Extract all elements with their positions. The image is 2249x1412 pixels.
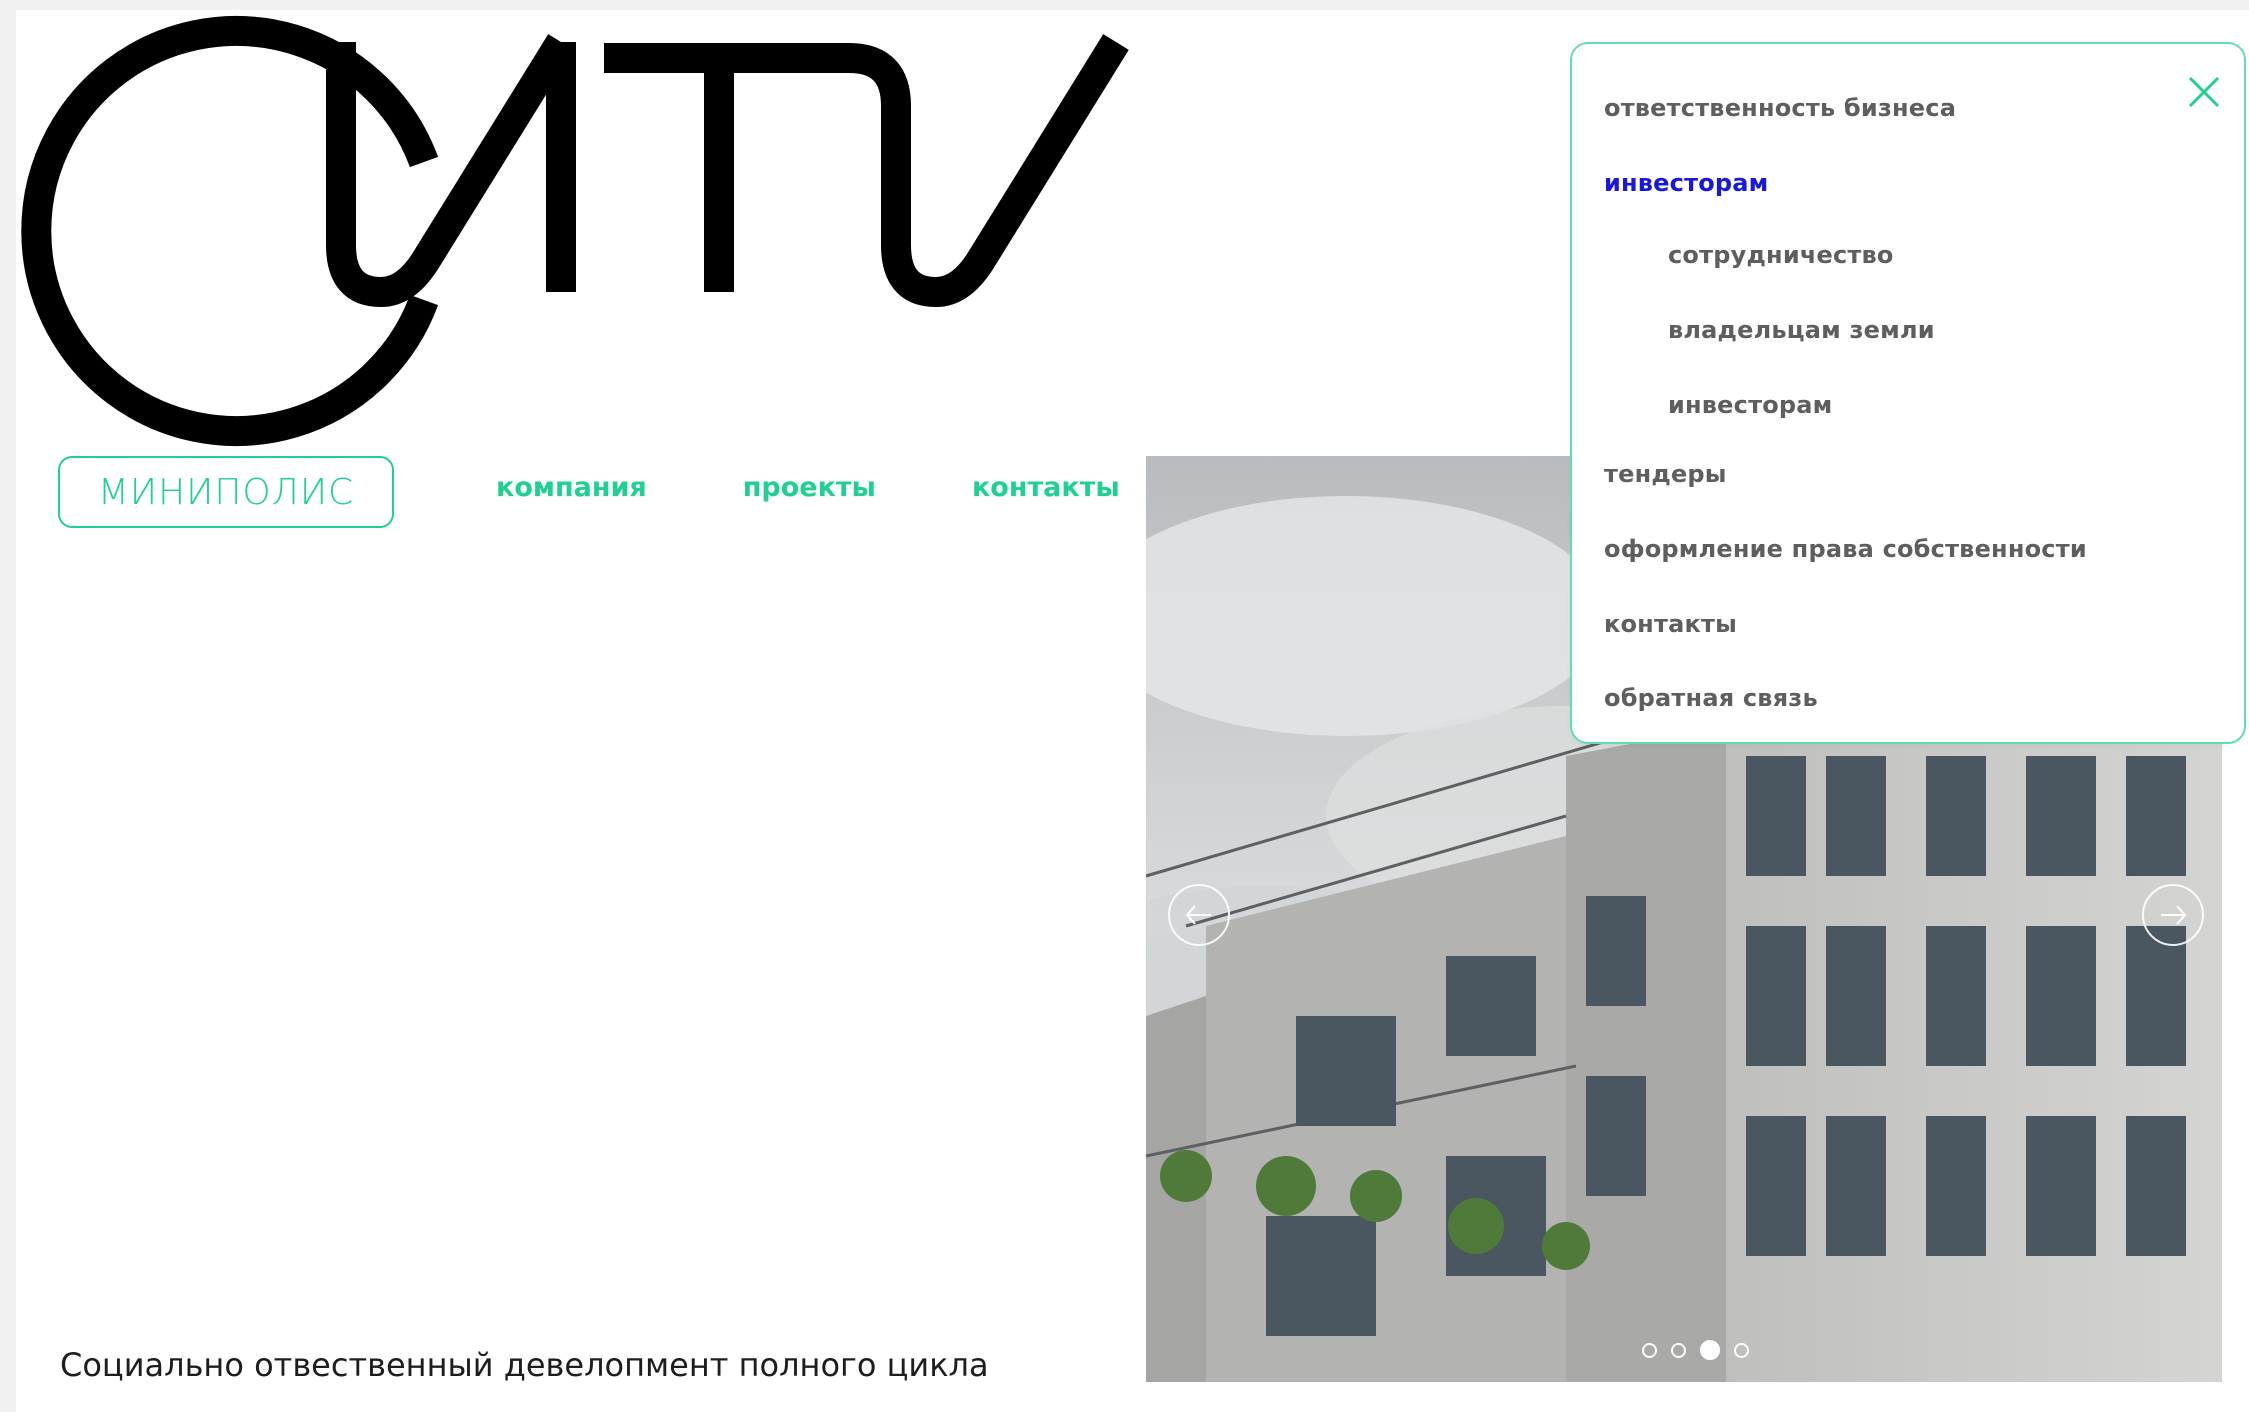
menu-item-business-responsibility[interactable]: ответственность бизнеса [1604, 94, 1956, 122]
close-menu-button[interactable] [2184, 72, 2224, 112]
arrow-right-icon [2161, 905, 2187, 925]
menu-item-tenders[interactable]: тендеры [1604, 460, 1727, 488]
slider-dot-3[interactable] [1700, 1340, 1720, 1360]
arrow-left-icon [1185, 905, 1211, 925]
submenu-item-investors[interactable]: инвесторам [1668, 391, 1832, 419]
slider-dot-4[interactable] [1734, 1342, 1749, 1358]
slider-dots [1642, 1340, 1763, 1360]
brand-badge[interactable]: МИНИПОЛИС [58, 456, 394, 528]
tagline: Социально отвественный девелопмент полно… [60, 1346, 989, 1384]
menu-item-contacts[interactable]: контакты [1604, 610, 1737, 638]
slider-dot-1[interactable] [1642, 1342, 1657, 1358]
nav-item-company[interactable]: компания [496, 472, 647, 503]
nav-item-contacts[interactable]: контакты [972, 472, 1120, 503]
top-nav: компания проекты контакты [496, 472, 1216, 503]
submenu-item-cooperation[interactable]: сотрудничество [1668, 241, 1894, 269]
slider-prev-button[interactable] [1168, 884, 1230, 946]
menu-item-feedback[interactable]: обратная связь [1604, 684, 1818, 712]
slider-next-button[interactable] [2142, 884, 2204, 946]
dropdown-menu: ответственность бизнеса инвесторам сотру… [1570, 42, 2246, 744]
page: МИНИПОЛИС компания проекты контакты Соци… [16, 10, 2249, 1412]
slider-dot-2[interactable] [1671, 1342, 1686, 1358]
nav-item-projects[interactable]: проекты [743, 472, 876, 503]
menu-item-investors[interactable]: инвесторам [1604, 169, 1768, 197]
submenu-item-landowners[interactable]: владельцам земли [1668, 316, 1935, 344]
close-icon [2188, 76, 2220, 108]
menu-item-ownership-registration[interactable]: оформление права собственности [1604, 535, 2087, 563]
